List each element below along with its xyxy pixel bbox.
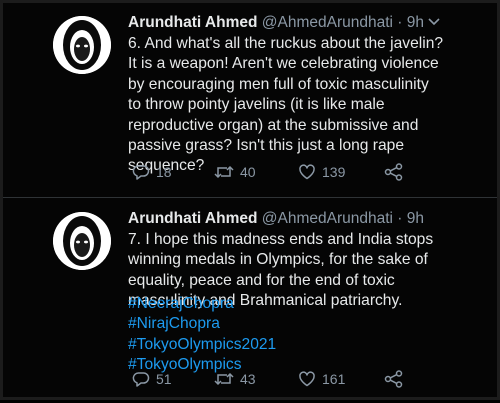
retweet-button[interactable]: 43: [214, 370, 256, 388]
heart-icon: [299, 164, 315, 180]
chevron-down-icon[interactable]: [427, 17, 441, 27]
heart-icon: [299, 371, 315, 387]
avatar[interactable]: [53, 212, 111, 270]
separator: ·: [397, 210, 403, 227]
tweet-text-line: winning medals in Olympics, for the sake…: [128, 251, 428, 269]
share-button[interactable]: [384, 370, 404, 388]
timestamp[interactable]: 9h: [407, 14, 424, 31]
avatar[interactable]: [53, 16, 111, 74]
retweet-count: 40: [240, 164, 256, 180]
timeline: Arundhati Ahmed @AhmedArundhati · 9h 6. …: [0, 0, 500, 400]
author-name[interactable]: Arundhati Ahmed: [128, 14, 257, 31]
tweet-divider: [3, 197, 497, 198]
timestamp[interactable]: 9h: [407, 210, 424, 227]
tweet-text-line: to throw pointy javelins (it is like mal…: [128, 96, 385, 114]
tweet-text-line: It is a weapon! Aren't we celebrating vi…: [128, 55, 439, 73]
tweet-actions: 51 43 161: [128, 370, 428, 394]
tweet[interactable]: Arundhati Ahmed @AhmedArundhati · 9h 6. …: [3, 3, 497, 199]
tweet-header: Arundhati Ahmed @AhmedArundhati · 9h: [128, 13, 457, 33]
hashtag-link[interactable]: #NirajChopra: [128, 314, 458, 334]
tweet[interactable]: Arundhati Ahmed @AhmedArundhati · 9h 7. …: [3, 199, 497, 403]
hashtag-link[interactable]: #TokyoOlympics2021: [128, 335, 458, 355]
author-handle[interactable]: @AhmedArundhati: [262, 14, 393, 31]
reply-count: 51: [156, 371, 172, 387]
tweet-text: 6. And what's all the ruckus about the j…: [128, 34, 458, 177]
tweet-text-line: by encouraging men full of toxic masculi…: [128, 75, 429, 93]
tweet-actions: 18 40 139: [128, 163, 428, 187]
tweet-header: Arundhati Ahmed @AhmedArundhati · 9h: [128, 209, 457, 229]
share-button[interactable]: [384, 163, 404, 181]
author-name[interactable]: Arundhati Ahmed: [128, 210, 257, 227]
like-button[interactable]: 161: [298, 370, 345, 388]
reply-count: 18: [156, 164, 172, 180]
tweet-text-line: reproductive organ) at the submissive an…: [128, 116, 419, 134]
retweet-button[interactable]: 40: [214, 163, 256, 181]
reply-icon: [132, 165, 150, 180]
reply-button[interactable]: 51: [132, 370, 172, 388]
separator: ·: [397, 14, 403, 31]
tweet-text-line: equality, peace and for the end of toxic: [128, 271, 395, 289]
reply-icon: [132, 372, 150, 387]
share-icon: [384, 370, 403, 388]
like-count: 161: [322, 371, 346, 387]
hashtag-link[interactable]: #NeerajChopra: [128, 294, 458, 314]
hashtag-list: #NeerajChopra #NirajChopra #TokyoOlympic…: [128, 294, 458, 376]
like-count: 139: [322, 164, 346, 180]
retweet-icon: [214, 165, 234, 179]
reply-button[interactable]: 18: [132, 163, 172, 181]
like-button[interactable]: 139: [298, 163, 345, 181]
author-handle[interactable]: @AhmedArundhati: [262, 210, 393, 227]
tweet-text-line: passive grass? Isn't this just a long ra…: [128, 137, 405, 155]
retweet-count: 43: [240, 371, 256, 387]
tweet-text-line: 7. I hope this madness ends and India st…: [128, 231, 434, 248]
tweet-text-line: 6. And what's all the ruckus about the j…: [128, 35, 444, 52]
retweet-icon: [214, 372, 234, 386]
share-icon: [384, 163, 403, 181]
